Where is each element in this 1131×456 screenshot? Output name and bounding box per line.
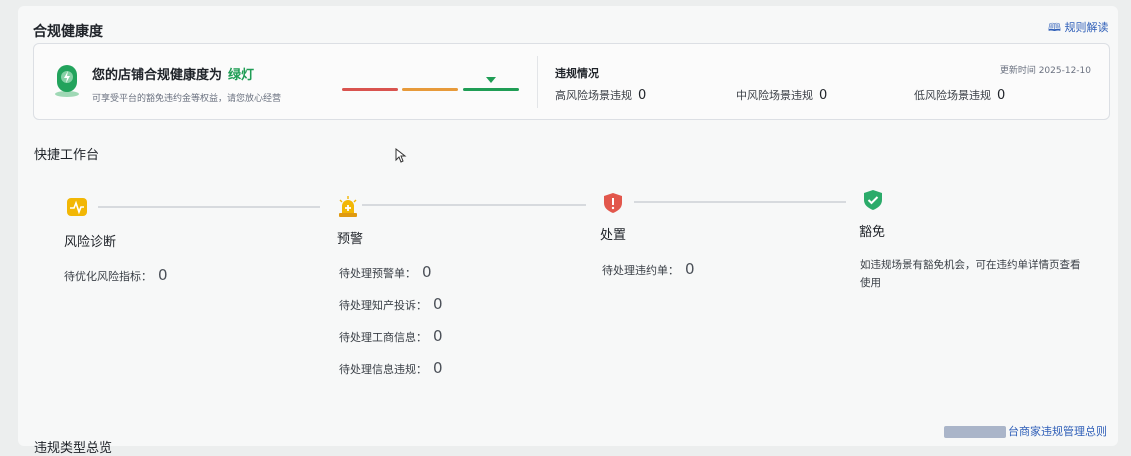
risk-diagnosis-label[interactable]: 风险诊断 [64,231,116,250]
health-card: 您的店铺合规健康度为 绿灯 可享受平台的豁免违约金等权益，请您放心经营 违规情况 … [33,43,1110,120]
violation-medium[interactable]: 中风险场景违规 0 [736,87,827,103]
violation-high[interactable]: 高风险场景违规 0 [555,87,646,103]
update-time: 更新时间 2025-12-10 [999,66,1091,76]
book-icon: 🕮 [1048,21,1061,34]
mouse-pointer-icon [395,148,407,163]
health-title: 您的店铺合规健康度为 绿灯 [92,68,255,83]
health-bar-red [342,88,398,91]
merchant-rules-link[interactable]: 台商家违规管理总则 [944,423,1107,439]
health-status: 绿灯 [228,68,255,83]
penalty-shield-icon [604,193,622,213]
warning-stat-row[interactable]: 待处理工商信息： 0 [339,327,443,345]
warning-alarm-icon [339,196,357,217]
penalty-label[interactable]: 处置 [600,224,626,243]
exemption-shield-icon [864,190,882,210]
workflow-line-1 [98,206,320,208]
workflow-line-2 [362,204,586,206]
workspace-title: 快捷工作台 [34,148,100,163]
violation-low[interactable]: 低风险场景违规 0 [914,87,1005,103]
warning-stat-row[interactable]: 待处理知产投诉： 0 [339,295,443,313]
health-subtitle: 可享受平台的豁免违约金等权益，请您放心经营 [92,94,282,104]
violation-types-title: 违规类型总览 [34,441,113,456]
warning-stat-row[interactable]: 待处理信息违规： 0 [339,359,443,377]
risk-stat-row[interactable]: 待优化风险指标： 0 [64,266,168,284]
risk-diagnosis-icon [67,198,87,216]
card-divider [537,56,538,108]
redacted-text [944,426,1006,438]
penalty-stat-row[interactable]: 待处理违约单： 0 [602,260,695,278]
violations-title: 违规情况 [555,67,599,80]
health-marker-icon [486,77,496,83]
traffic-light-icon [55,65,79,97]
health-bar-orange [402,88,458,91]
warning-label[interactable]: 预警 [337,228,363,247]
health-bar-green [463,88,519,91]
exemption-label[interactable]: 豁免 [859,221,885,240]
section-title: 合规健康度 [33,24,103,40]
exemption-description: 如违规场景有豁免机会，可在违约单详情页查看使用 [860,259,1081,289]
workflow-line-3 [634,201,846,203]
rules-interpretation-link[interactable]: 🕮 规则解读 [1048,19,1108,38]
warning-stat-row[interactable]: 待处理预警单： 0 [339,263,432,281]
